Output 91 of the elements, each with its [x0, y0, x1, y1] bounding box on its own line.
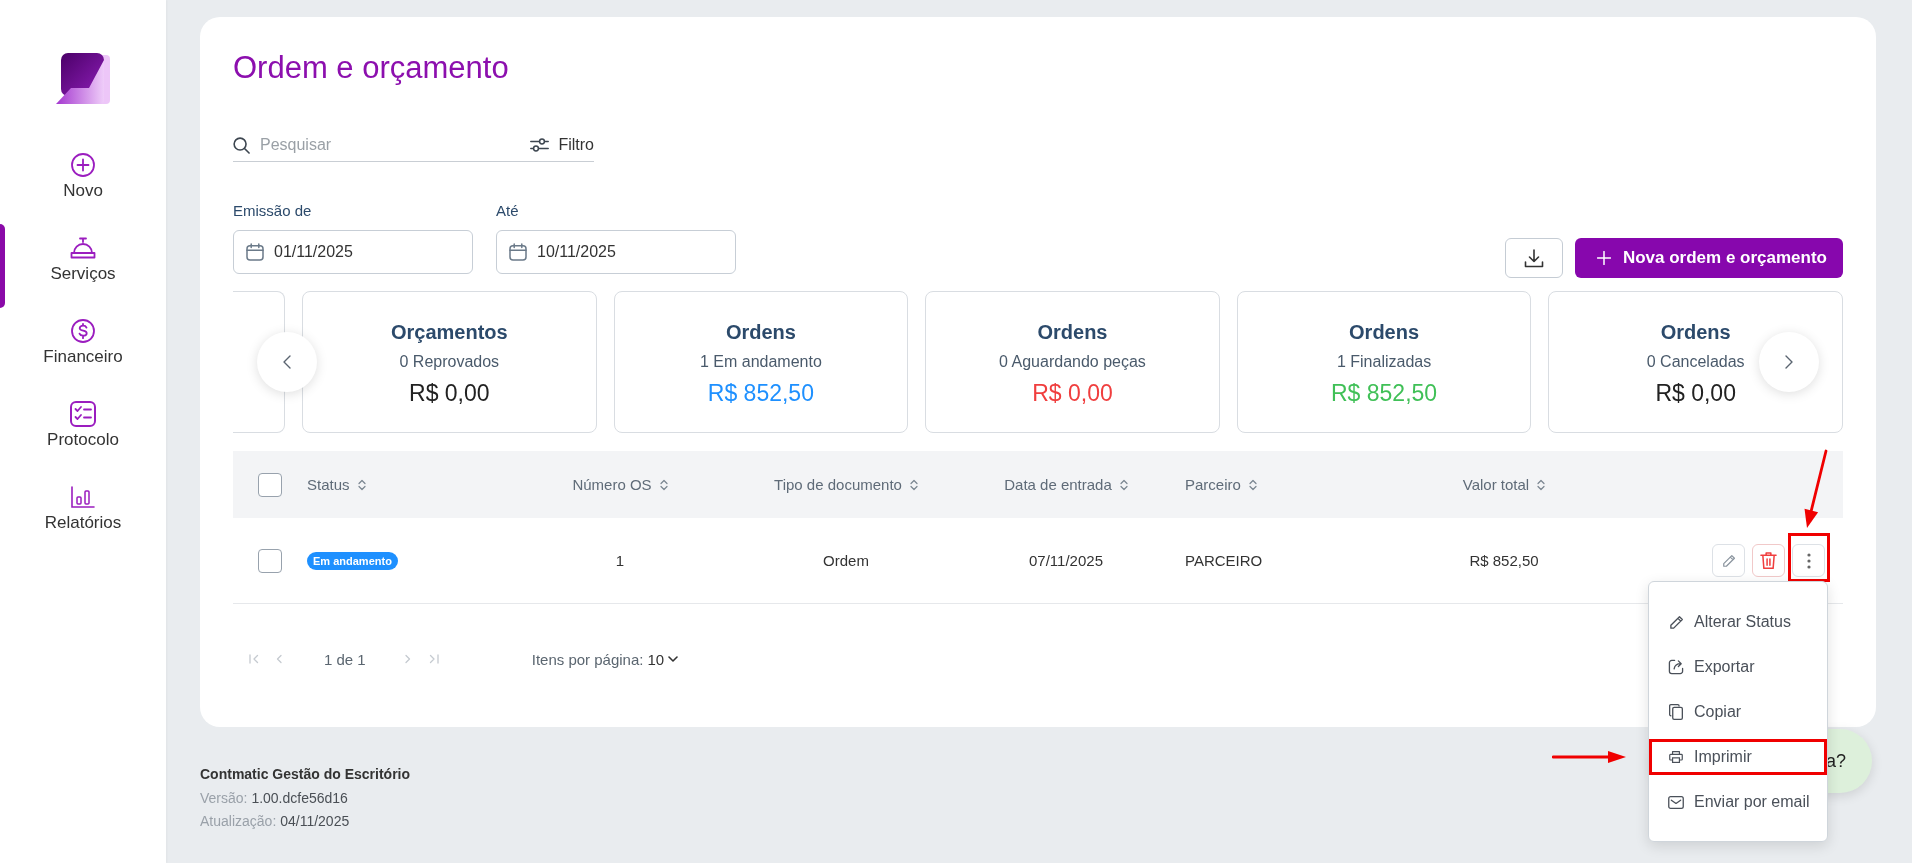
nav-item[interactable]: Serviços	[0, 224, 166, 307]
chevron-down-icon	[668, 656, 679, 662]
card-value: R$ 0,00	[1032, 379, 1113, 407]
page-size-select[interactable]: 10	[647, 650, 679, 668]
column-header[interactable]: Tipo de documento	[774, 476, 918, 493]
more-button[interactable]	[1792, 544, 1825, 577]
version-text: Versão: 1.00.dcfe56d16	[200, 788, 348, 808]
nav-item[interactable]: Protocolo	[0, 390, 166, 473]
next-page-icon	[404, 654, 411, 664]
chevron-left-icon	[283, 355, 291, 369]
menu-item[interactable]: Alterar Status	[1649, 604, 1827, 640]
card-subtitle: 0 Canceladas	[1646, 352, 1745, 372]
previous-page-icon	[276, 654, 282, 664]
checklist-icon	[70, 401, 96, 427]
search-field[interactable]: Pesquisar Filtro	[233, 131, 594, 162]
nav-item[interactable]: Novo	[0, 141, 166, 224]
nav-item[interactable]: Financeiro	[0, 307, 166, 390]
next-button[interactable]	[1759, 332, 1819, 392]
edit-button[interactable]	[1712, 544, 1745, 577]
sort-icon	[1537, 478, 1546, 491]
column-header[interactable]: Parceiro	[1185, 476, 1257, 493]
sort-icon	[659, 478, 668, 491]
pencil-icon	[1721, 553, 1736, 568]
table-cell: PARCEIRO	[1185, 552, 1263, 569]
sort-icon	[909, 478, 918, 491]
page-info: 1 de 1	[324, 650, 366, 668]
previous-button[interactable]	[257, 332, 317, 392]
column-header[interactable]: Valor total	[1462, 476, 1546, 493]
card-subtitle: 0 Reprovados	[399, 352, 500, 372]
vertical-dots-icon	[1806, 552, 1811, 569]
update-text: Atualização: 04/11/2025	[200, 812, 350, 831]
calendar-icon	[509, 243, 527, 261]
dollar-circle-icon	[71, 319, 95, 343]
card-subtitle: 1 Em andamento	[699, 352, 822, 372]
service-bell-icon	[70, 237, 96, 259]
page-size-label: Itens por página:	[531, 650, 644, 668]
printer-icon	[1669, 751, 1683, 763]
menu-item[interactable]: Enviar por email	[1649, 784, 1827, 820]
copy-icon	[1669, 704, 1683, 720]
table-cell: 1	[615, 552, 625, 569]
field-label: Até	[496, 201, 519, 221]
download-button[interactable]	[1504, 238, 1563, 278]
page-title: Ordem e orçamento	[233, 50, 509, 86]
pencil-icon	[1668, 614, 1684, 630]
card-title: Ordens	[725, 320, 796, 344]
row-checkbox[interactable]	[258, 548, 282, 573]
column-header[interactable]: Data de entrada	[1004, 476, 1128, 493]
table-cell: 07/11/2025	[1029, 552, 1103, 569]
menu-item[interactable]: Exportar	[1649, 649, 1827, 685]
trash-icon	[1760, 551, 1777, 570]
bar-chart-icon	[71, 486, 95, 508]
card-title: Ordens	[1660, 320, 1731, 344]
card-value: R$ 852,50	[707, 379, 814, 407]
sort-icon	[357, 478, 366, 491]
filter-button[interactable]: Filtro	[530, 136, 594, 154]
date-field[interactable]: 01/11/2025	[233, 230, 473, 274]
menu-item[interactable]: Copiar	[1649, 694, 1827, 730]
chevron-right-icon	[1785, 355, 1793, 369]
table-cell: Ordem	[823, 552, 869, 569]
calendar-icon	[246, 243, 264, 261]
sort-icon	[1119, 478, 1128, 491]
export-icon	[1668, 659, 1684, 675]
card-title: Ordens	[1037, 320, 1108, 344]
logo	[56, 52, 110, 104]
search-icon	[233, 136, 250, 154]
first-page-icon	[249, 654, 259, 664]
field-label: Emissão de	[233, 201, 312, 221]
nav-item[interactable]: Relatórios	[0, 473, 166, 556]
download-icon	[1523, 248, 1544, 268]
table-cell: R$ 852,50	[1469, 552, 1539, 569]
mail-icon	[1668, 795, 1684, 809]
date-field[interactable]: 10/11/2025	[496, 230, 736, 274]
sort-icon	[1248, 478, 1257, 491]
column-header[interactable]: Número OS	[572, 476, 668, 493]
select-all-checkbox[interactable]	[258, 472, 282, 497]
card-subtitle: 0 Aguardando peças	[999, 352, 1146, 372]
sliders-icon	[530, 138, 550, 152]
card-title: Orçamentos	[390, 320, 508, 344]
new-order-button[interactable]: Nova ordem e orçamento	[1574, 238, 1843, 278]
card-value: R$ 0,00	[409, 379, 490, 407]
card-subtitle: 1 Finalizadas	[1336, 352, 1432, 372]
delete-button[interactable]	[1752, 544, 1785, 577]
card-value: R$ 0,00	[1655, 379, 1736, 407]
company-name: Contmatic Gestão do Escritório	[200, 765, 411, 784]
card-title: Ordens	[1349, 320, 1420, 344]
card-value: R$ 852,50	[1331, 379, 1438, 407]
column-header[interactable]: Status	[307, 476, 366, 493]
last-page-icon	[428, 654, 439, 664]
plus-icon	[1596, 251, 1611, 265]
status-badge: Em andamento	[307, 551, 398, 570]
plus-circle-icon	[71, 153, 95, 177]
